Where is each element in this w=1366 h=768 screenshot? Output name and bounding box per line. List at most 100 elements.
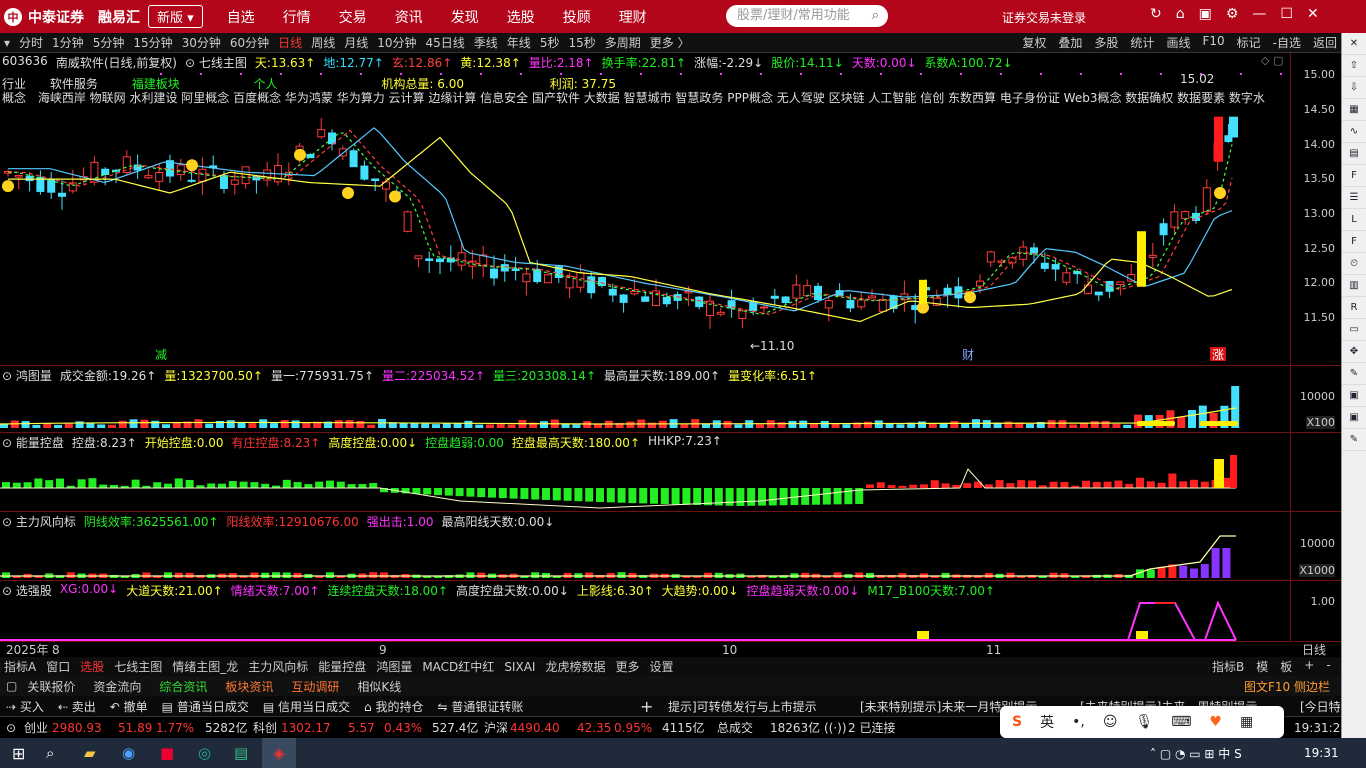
tools-icon[interactable]: ▦ <box>1240 714 1253 730</box>
mic-icon[interactable]: 🎙 <box>1135 714 1153 730</box>
tab-sentiment[interactable]: 情绪主图_龙 <box>172 658 238 675</box>
volume-panel[interactable]: ⊙ 鸿图量 成交金额:19.26↑ 量:1323700.50↑ 量一:775931.7… <box>0 365 1290 432</box>
tab-similar-kline[interactable]: 相似K线 <box>357 678 401 695</box>
remove-icon[interactable]: - <box>1326 658 1330 675</box>
period-tab[interactable]: 月线 <box>344 34 368 51</box>
menu-item-advisor[interactable]: 投顾 <box>563 7 591 27</box>
strong-stock-panel[interactable]: ⊙ 选强股 XG:0.00↓ 大道天数:21.00↑ 情绪天数:7.00↑ 连续控盘天数… <box>0 580 1290 641</box>
tool-stats[interactable]: 统计 <box>1130 34 1154 51</box>
arrow-up-icon[interactable]: ⇧ <box>1342 55 1366 77</box>
period-tab[interactable]: 年线 <box>507 34 531 51</box>
tab-interactive-research[interactable]: 互动调研 <box>291 678 339 695</box>
app-icon[interactable]: ■ <box>160 744 174 762</box>
tab-seven-line[interactable]: 七线主图 <box>114 658 162 675</box>
menu-item-wealth[interactable]: 理财 <box>619 7 647 27</box>
ls-icon[interactable]: L <box>1342 209 1366 231</box>
period-tab[interactable]: 多周期 <box>605 34 641 51</box>
excel-icon[interactable]: ▤ <box>234 744 248 762</box>
folder-icon[interactable]: ▰ <box>84 744 96 762</box>
version-select[interactable]: 新版 ▾ <box>148 5 203 28</box>
chart-settings-icon[interactable]: ◇ ▢ <box>1261 54 1283 67</box>
period-tab-active[interactable]: 日线 <box>278 34 302 51</box>
tab-board[interactable]: 板 <box>1280 658 1292 675</box>
book-icon[interactable]: ▤ <box>1342 143 1366 165</box>
tab-template[interactable]: 模 <box>1256 658 1268 675</box>
add-icon[interactable]: + <box>640 697 653 716</box>
menu-item-discover[interactable]: 发现 <box>451 7 479 27</box>
period-tab[interactable]: 周线 <box>311 34 335 51</box>
fz-icon[interactable]: F <box>1342 231 1366 253</box>
sell-button[interactable]: ⇠ 卖出 <box>58 698 96 715</box>
tool-back[interactable]: 返回 <box>1313 34 1337 51</box>
tool-adjust[interactable]: 复权 <box>1022 34 1046 51</box>
tab-indicator-a[interactable]: 指标A <box>4 658 36 675</box>
tool-multi[interactable]: 多股 <box>1094 34 1118 51</box>
wechat-icon[interactable]: ◎ <box>198 744 211 762</box>
tab-macd[interactable]: MACD红中红 <box>422 658 494 675</box>
tool-draw[interactable]: 画线 <box>1166 34 1190 51</box>
period-tab[interactable]: 15分钟 <box>133 34 172 51</box>
price-chart-panel[interactable]: ←11.10 15.02 减 财 涨 603636 南威软件(日线,前复权) ⊙ 七线主… <box>0 53 1290 365</box>
add-icon[interactable]: + <box>1304 658 1314 675</box>
refresh-icon[interactable]: ↻ <box>1150 6 1162 22</box>
period-tab[interactable]: 季线 <box>474 34 498 51</box>
collapse-icon[interactable]: ✕ <box>1342 33 1366 55</box>
arrow-down-icon[interactable]: ⇩ <box>1342 77 1366 99</box>
tab-energy[interactable]: 能量控盘 <box>318 658 366 675</box>
cancel-order-button[interactable]: ↶ 撤单 <box>110 698 148 715</box>
rsi-icon[interactable]: R <box>1342 297 1366 319</box>
tab-dragon-tiger[interactable]: 龙虎榜数据 <box>545 658 605 675</box>
img-icon[interactable]: ▣ <box>1342 385 1366 407</box>
period-tab[interactable]: 30分钟 <box>182 34 221 51</box>
period-tab-more[interactable]: 更多 〉 <box>650 34 690 51</box>
credit-deals-button[interactable]: ▤ 信用当日成交 <box>263 698 350 715</box>
tab-related-quotes[interactable]: 关联报价 <box>27 678 75 695</box>
close-icon[interactable]: ✕ <box>1307 6 1319 22</box>
ime-toolbar[interactable]: S 英 •, ☺ 🎙 ⌨ ♥ ▦ <box>1000 706 1284 738</box>
move-icon[interactable]: ✥ <box>1342 341 1366 363</box>
tool-overlay[interactable]: 叠加 <box>1058 34 1082 51</box>
chart-icon[interactable]: ▥ <box>1342 275 1366 297</box>
tool-f10[interactable]: F10 <box>1202 34 1224 51</box>
windows-start-icon[interactable]: ⊞ <box>12 744 25 763</box>
menu-item-watchlist[interactable]: 自选 <box>227 7 255 27</box>
search-icon[interactable]: ⌕ <box>46 744 54 762</box>
tool-mark[interactable]: 标记 <box>1237 34 1261 51</box>
period-tab[interactable]: 分时 <box>19 34 43 51</box>
menu-item-news[interactable]: 资讯 <box>395 7 423 27</box>
energy-control-panel[interactable]: ⊙ 能量控盘 控盘:8.23↑ 开始控盘:0.00 有庄控盘:8.23↑ 高度控盘:0.… <box>0 432 1290 511</box>
gift-icon[interactable]: ▣ <box>1199 6 1212 22</box>
tab-more[interactable]: 更多 <box>615 658 639 675</box>
menu-item-stock-picker[interactable]: 选股 <box>507 7 535 27</box>
tab-indicator-b[interactable]: 指标B <box>1212 658 1244 675</box>
tab-volume[interactable]: 鸿图量 <box>376 658 412 675</box>
main-indicator-name[interactable]: ⊙ 七线主图 <box>185 54 247 71</box>
login-status[interactable]: 证券交易未登录 <box>1002 9 1086 26</box>
main-force-panel[interactable]: ⊙ 主力风向标 阴线效率:3625561.00↑ 阳线效率:12910676.00 强… <box>0 511 1290 580</box>
pencil2-icon[interactable]: ✎ <box>1342 429 1366 451</box>
tool-watch[interactable]: -自选 <box>1273 34 1301 51</box>
period-tab[interactable]: 5秒 <box>540 34 560 51</box>
search-icon[interactable]: ⌕ <box>872 6 879 26</box>
period-tab[interactable]: 60分钟 <box>230 34 269 51</box>
browser-icon[interactable]: ◉ <box>122 744 135 762</box>
bank-transfer-button[interactable]: ⇋ 普通银证转账 <box>437 698 523 715</box>
tab-sector-news[interactable]: 板块资讯 <box>225 678 273 695</box>
notice-convertible[interactable]: 提示]可转债发行与上市提示 <box>668 698 817 715</box>
period-tab[interactable]: 10分钟 <box>377 34 416 51</box>
time-icon[interactable]: ⏲ <box>1342 253 1366 275</box>
tab-fund-flow[interactable]: 资金流向 <box>93 678 141 695</box>
today-deals-button[interactable]: ▤ 普通当日成交 <box>162 698 249 715</box>
maximize-icon[interactable]: ☐ <box>1280 6 1293 22</box>
shirt-icon[interactable]: ♥ <box>1209 714 1222 730</box>
tab-news-overview[interactable]: 综合资讯 <box>159 678 207 695</box>
tab-sixai[interactable]: SIXAI <box>504 660 535 674</box>
tab-main-force[interactable]: 主力风向标 <box>248 658 308 675</box>
settings-icon[interactable]: ⚙ <box>1226 6 1239 22</box>
menu-item-trade[interactable]: 交易 <box>339 7 367 27</box>
notice-today[interactable]: [今日特 <box>1300 698 1341 715</box>
punctuation-icon[interactable]: •, <box>1072 714 1085 730</box>
list-icon[interactable]: ☰ <box>1342 187 1366 209</box>
trading-app-icon[interactable]: ◈ <box>262 738 296 768</box>
period-tab[interactable]: 15秒 <box>568 34 595 51</box>
